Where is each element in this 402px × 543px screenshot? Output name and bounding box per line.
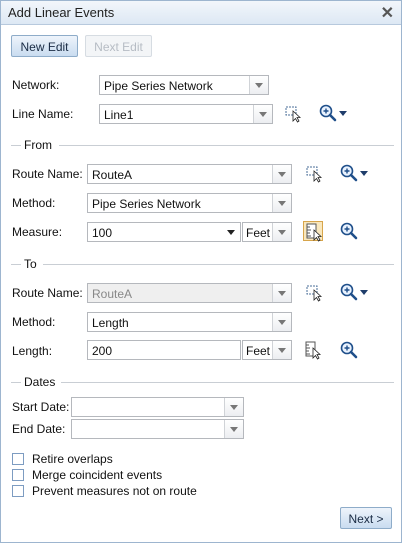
to-route-dropdown: RouteA	[87, 283, 292, 303]
end-date-picker[interactable]	[71, 419, 244, 439]
next-button[interactable]: Next >	[340, 507, 392, 529]
prevent-measures-checkbox[interactable]	[12, 485, 24, 497]
from-measure-label: Measure:	[12, 225, 63, 239]
to-length-value: 200	[92, 344, 113, 358]
line-name-dropdown[interactable]: Line1	[99, 104, 273, 124]
to-section-header: To	[11, 257, 394, 271]
from-measure-value: 100	[92, 226, 113, 240]
zoom-magnifier-icon[interactable]	[318, 103, 338, 123]
zoom-magnifier-icon[interactable]	[339, 282, 359, 302]
zoom-menu-caret-icon[interactable]	[339, 111, 347, 116]
zoom-menu-caret-icon[interactable]	[360, 171, 368, 176]
prevent-measures-label: Prevent measures not on route	[32, 484, 197, 498]
to-unit-value: Feet	[246, 344, 271, 358]
chevron-down-icon[interactable]	[272, 223, 291, 241]
network-label: Network:	[12, 78, 60, 92]
new-edit-button[interactable]: New Edit	[11, 35, 78, 57]
title-bar: Add Linear Events ✕	[1, 1, 401, 25]
from-method-label: Method:	[12, 196, 56, 210]
to-method-dropdown[interactable]: Length	[87, 312, 292, 332]
map-select-cursor-icon[interactable]	[305, 283, 325, 303]
from-method-dropdown[interactable]: Pipe Series Network	[87, 193, 292, 213]
merge-coincident-checkbox[interactable]	[12, 469, 24, 481]
zoom-magnifier-icon[interactable]	[339, 340, 359, 360]
to-method-value: Length	[92, 316, 129, 330]
from-route-dropdown[interactable]: RouteA	[87, 164, 292, 184]
to-length-label: Length:	[12, 344, 53, 358]
from-unit-value: Feet	[246, 226, 271, 240]
from-method-value: Pipe Series Network	[92, 197, 201, 211]
zoom-menu-caret-icon[interactable]	[360, 290, 368, 295]
line-name-label: Line Name:	[12, 107, 74, 121]
dates-section-header: Dates	[11, 375, 394, 389]
chevron-down-icon[interactable]	[253, 105, 272, 123]
line-name-value: Line1	[104, 108, 134, 122]
network-dropdown[interactable]: Pipe Series Network	[99, 75, 269, 95]
chevron-down-icon[interactable]	[272, 313, 291, 331]
chevron-down-icon[interactable]	[224, 420, 243, 438]
retire-overlaps-label: Retire overlaps	[32, 452, 113, 466]
from-route-label: Route Name:	[12, 167, 83, 181]
from-unit-dropdown[interactable]: Feet	[242, 222, 292, 242]
add-linear-events-panel: Add Linear Events ✕ New Edit Next Edit N…	[0, 0, 402, 543]
from-section-header: From	[11, 138, 394, 152]
close-icon[interactable]: ✕	[381, 3, 394, 23]
network-value: Pipe Series Network	[104, 79, 213, 93]
retire-overlaps-checkbox[interactable]	[12, 453, 24, 465]
map-select-cursor-icon[interactable]	[284, 104, 304, 124]
to-method-label: Method:	[12, 315, 56, 329]
chevron-down-icon	[272, 284, 291, 302]
to-length-input[interactable]: 200	[87, 340, 241, 360]
to-unit-dropdown[interactable]: Feet	[242, 340, 292, 360]
to-route-label: Route Name:	[12, 286, 83, 300]
start-date-label: Start Date:	[12, 400, 70, 414]
end-date-label: End Date:	[12, 422, 66, 436]
chevron-down-icon[interactable]	[272, 341, 291, 359]
to-heading: To	[24, 257, 37, 271]
chevron-down-icon[interactable]	[224, 398, 243, 416]
from-measure-combobox[interactable]: 100	[87, 222, 241, 242]
map-select-cursor-icon[interactable]	[305, 164, 325, 184]
window-title: Add Linear Events	[8, 5, 115, 20]
zoom-magnifier-icon[interactable]	[339, 221, 359, 241]
from-heading: From	[24, 138, 52, 152]
pick-measure-icon[interactable]	[303, 340, 323, 360]
chevron-down-icon[interactable]	[249, 76, 268, 94]
chevron-down-icon[interactable]	[222, 223, 240, 241]
to-route-value: RouteA	[92, 287, 133, 301]
zoom-magnifier-icon[interactable]	[339, 163, 359, 183]
start-date-picker[interactable]	[71, 397, 244, 417]
merge-coincident-label: Merge coincident events	[32, 468, 163, 482]
from-route-value: RouteA	[92, 168, 133, 182]
chevron-down-icon[interactable]	[272, 165, 291, 183]
dates-heading: Dates	[24, 375, 56, 389]
next-edit-button[interactable]: Next Edit	[85, 35, 152, 57]
chevron-down-icon[interactable]	[272, 194, 291, 212]
pick-measure-icon[interactable]	[303, 221, 323, 242]
